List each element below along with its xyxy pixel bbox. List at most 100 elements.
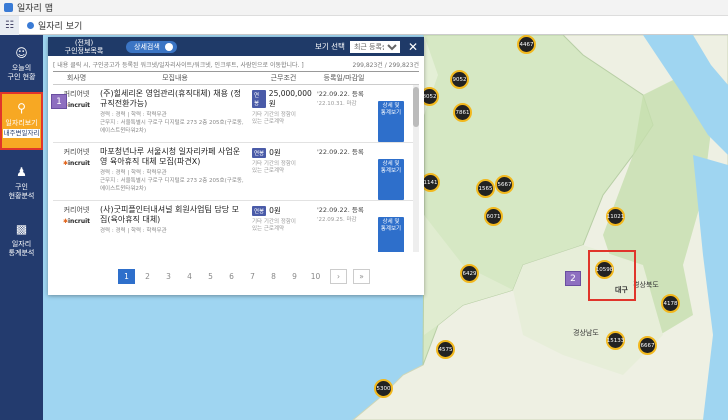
panel-header: (전체) 구인정보목록 상세검색 보기 선택 최근 등록순 ✕ — [48, 37, 424, 56]
map-cluster[interactable]: 15133 — [606, 331, 625, 350]
table-header: 회사명 모집내용 근무조건 등록일/마감일 — [53, 71, 419, 85]
sidebar-item-analysis[interactable]: ♟ 구인 현황분석 — [0, 158, 43, 210]
map-label-gyeongbuk: 경상북도 — [633, 281, 659, 289]
tab-job-view[interactable]: 일자리 보기 — [19, 16, 90, 35]
bar-chart-icon: ▩ — [15, 221, 28, 236]
registered-date: '22.09.22. 등록 — [317, 148, 364, 156]
map-label-gyeongnam: 경상남도 — [573, 329, 599, 337]
job-content-cell[interactable]: 마포청년나루 서울시청 일자리카페 사업운영 육아휴직 대체 모집(파견X) 경… — [100, 147, 250, 200]
column-header-content: 모집내용 — [162, 74, 188, 82]
job-title[interactable]: (주)힐세리온 영업관리(휴직대체) 채용 (정규직전환가능) — [100, 89, 246, 109]
table-row[interactable]: 커리어넷 ✱incruit 마포청년나루 서울시청 일자리카페 사업운영 육아휴… — [53, 143, 419, 201]
page-button[interactable]: 3 — [160, 269, 177, 284]
date-cell: '22.09.22. 등록 '22.10.31. 마감 — [317, 89, 371, 142]
page-button[interactable]: 4 — [181, 269, 198, 284]
menu-grid-icon[interactable]: ☷ — [0, 15, 19, 35]
close-icon[interactable]: ✕ — [408, 41, 418, 53]
tab-bar: ☷ 일자리 보기 — [0, 15, 728, 35]
map-cluster[interactable]: 6071 — [484, 207, 503, 226]
page-button[interactable]: 2 — [139, 269, 156, 284]
incruit-logo: ✱incruit — [62, 218, 91, 225]
condition-cell: 연봉 0원 기타 기간의 정함이 있는 근로계약 — [250, 147, 317, 200]
sidebar-item-statistics[interactable]: ▩ 일자리 통계분석 — [0, 215, 43, 267]
scrollbar-thumb[interactable] — [413, 87, 419, 127]
registered-date: '22.09.22. 등록 — [317, 90, 364, 98]
job-meta: 경력 : 경력 | 학력 : 학력무관 근무지 : 서울특별시 구로구 디지털로… — [100, 112, 244, 134]
date-cell: '22.09.22. 등록 — [317, 147, 371, 200]
page-button[interactable]: 10 — [307, 269, 324, 284]
job-title[interactable]: 마포청년나루 서울시청 일자리카페 사업운영 육아휴직 대체 모집(파견X) — [100, 147, 246, 167]
view-select[interactable]: 최근 등록순 — [349, 40, 400, 53]
toggle-knob — [164, 42, 173, 51]
detail-stats-button[interactable]: 상세 및 통계보기 — [377, 217, 405, 252]
pay-type-badge: 연봉 — [252, 147, 267, 158]
highlight-box-daegu — [588, 250, 636, 301]
table-row[interactable]: 커리어넷 ✱incruit (주)힐세리온 영업관리(휴직대체) 채용 (정규직… — [53, 85, 419, 143]
panel-title: (전체) 구인정보목록 — [64, 38, 104, 55]
pagination: 1 2 3 4 5 6 7 8 9 10 › » — [118, 269, 374, 284]
sidebar-item-sublabel: 내주변일자리 — [2, 129, 41, 138]
tab-label: 일자리 보기 — [38, 21, 83, 32]
person-icon: ☺ — [15, 45, 28, 60]
page-button[interactable]: 1 — [118, 269, 135, 284]
view-select-label: 보기 선택 — [314, 42, 345, 51]
job-list[interactable]: 커리어넷 ✱incruit (주)힐세리온 영업관리(휴직대체) 채용 (정규직… — [53, 85, 419, 252]
condition-cell: 연봉 25,000,000원 기타 기간의 정함이 있는 근로계약 — [250, 89, 317, 142]
map-cluster[interactable]: 4467 — [517, 35, 536, 54]
map-cluster[interactable]: 4575 — [436, 340, 455, 359]
job-title[interactable]: (사)굿피플인터내셔널 회원사업팀 담당 모집(육아휴직 대체) — [100, 205, 246, 225]
table-row[interactable]: 커리어넷 ✱incruit (사)굿피플인터내셔널 회원사업팀 담당 모집(육아… — [53, 201, 419, 252]
detail-search-toggle[interactable]: 상세검색 — [126, 40, 177, 53]
map-cluster[interactable]: 6429 — [460, 264, 479, 283]
pay-amount: 0원 — [269, 206, 281, 215]
company-cell: 커리어넷 ✱incruit — [53, 147, 100, 200]
job-content-cell[interactable]: (주)힐세리온 영업관리(휴직대체) 채용 (정규직전환가능) 경력 : 경력 … — [100, 89, 250, 142]
map-cluster[interactable]: 7861 — [453, 103, 472, 122]
last-page-button[interactable]: » — [353, 269, 370, 284]
column-header-condition: 근무조건 — [270, 74, 297, 82]
step-marker-1: 1 — [51, 94, 67, 109]
app-icon — [4, 3, 13, 12]
page-button[interactable]: 7 — [244, 269, 261, 284]
sidebar-item-label: 일자리보기 — [5, 119, 38, 127]
detail-stats-button[interactable]: 상세 및 통계보기 — [377, 101, 405, 142]
list-scrollbar[interactable] — [413, 85, 419, 252]
map-cluster[interactable]: 5300 — [374, 379, 393, 398]
pay-amount: 0원 — [269, 148, 281, 157]
map-cluster[interactable]: 9052 — [450, 70, 469, 89]
result-count: 299,823건 / 299,823건 — [352, 62, 420, 69]
job-content-cell[interactable]: (사)굿피플인터내셔널 회원사업팀 담당 모집(육아휴직 대체) 경력 : 경력… — [100, 205, 250, 252]
pay-type-badge: 연봉 — [252, 205, 267, 216]
detail-stats-button[interactable]: 상세 및 통계보기 — [377, 159, 405, 200]
sidebar-item-label: 오늘의 구인 현황 — [7, 64, 36, 81]
company-name: 커리어넷 — [63, 148, 90, 156]
sidebar-item-label: 구인 현황분석 — [8, 183, 35, 200]
sidebar-item-label: 일자리 통계분석 — [8, 240, 35, 257]
pay-amount: 25,000,000원 — [268, 89, 312, 108]
page-button[interactable]: 8 — [265, 269, 282, 284]
contract-type: 기타 기간의 정함이 있는 근로계약 — [252, 112, 296, 125]
contract-type: 기타 기간의 정함이 있는 근로계약 — [252, 161, 296, 174]
map-cluster[interactable]: 1565 — [476, 179, 495, 198]
map-cluster[interactable]: 6667 — [638, 336, 657, 355]
location-person-icon: ⚲ — [17, 100, 26, 115]
column-header-company: 회사명 — [66, 74, 87, 82]
sidebar-item-job-view[interactable]: ⚲ 일자리보기 내주변일자리 — [0, 92, 43, 150]
page-button[interactable]: 5 — [202, 269, 219, 284]
map-cluster[interactable]: 11021 — [606, 207, 625, 226]
map-cluster[interactable]: 4178 — [661, 294, 680, 313]
pay-type-badge: 연봉 — [252, 90, 266, 108]
company-name: 커리어넷 — [63, 206, 90, 214]
condition-cell: 연봉 0원 기타 기간의 정함이 있는 근로계약 — [250, 205, 317, 252]
page-button[interactable]: 9 — [286, 269, 303, 284]
map-cluster[interactable]: 5667 — [495, 175, 514, 194]
date-cell: '22.09.22. 등록 '22.09.25. 마감 — [317, 205, 371, 252]
window-title: 일자리 맵 — [17, 4, 53, 14]
deadline-date: '22.10.31. 마감 — [317, 101, 357, 107]
page-button[interactable]: 6 — [223, 269, 240, 284]
incruit-logo: ✱incruit — [62, 160, 91, 167]
next-page-button[interactable]: › — [330, 269, 347, 284]
detail-search-label: 상세검색 — [134, 42, 160, 51]
people-icon: ♟ — [16, 164, 27, 179]
sidebar-item-today[interactable]: ☺ 오늘의 구인 현황 — [0, 39, 43, 91]
